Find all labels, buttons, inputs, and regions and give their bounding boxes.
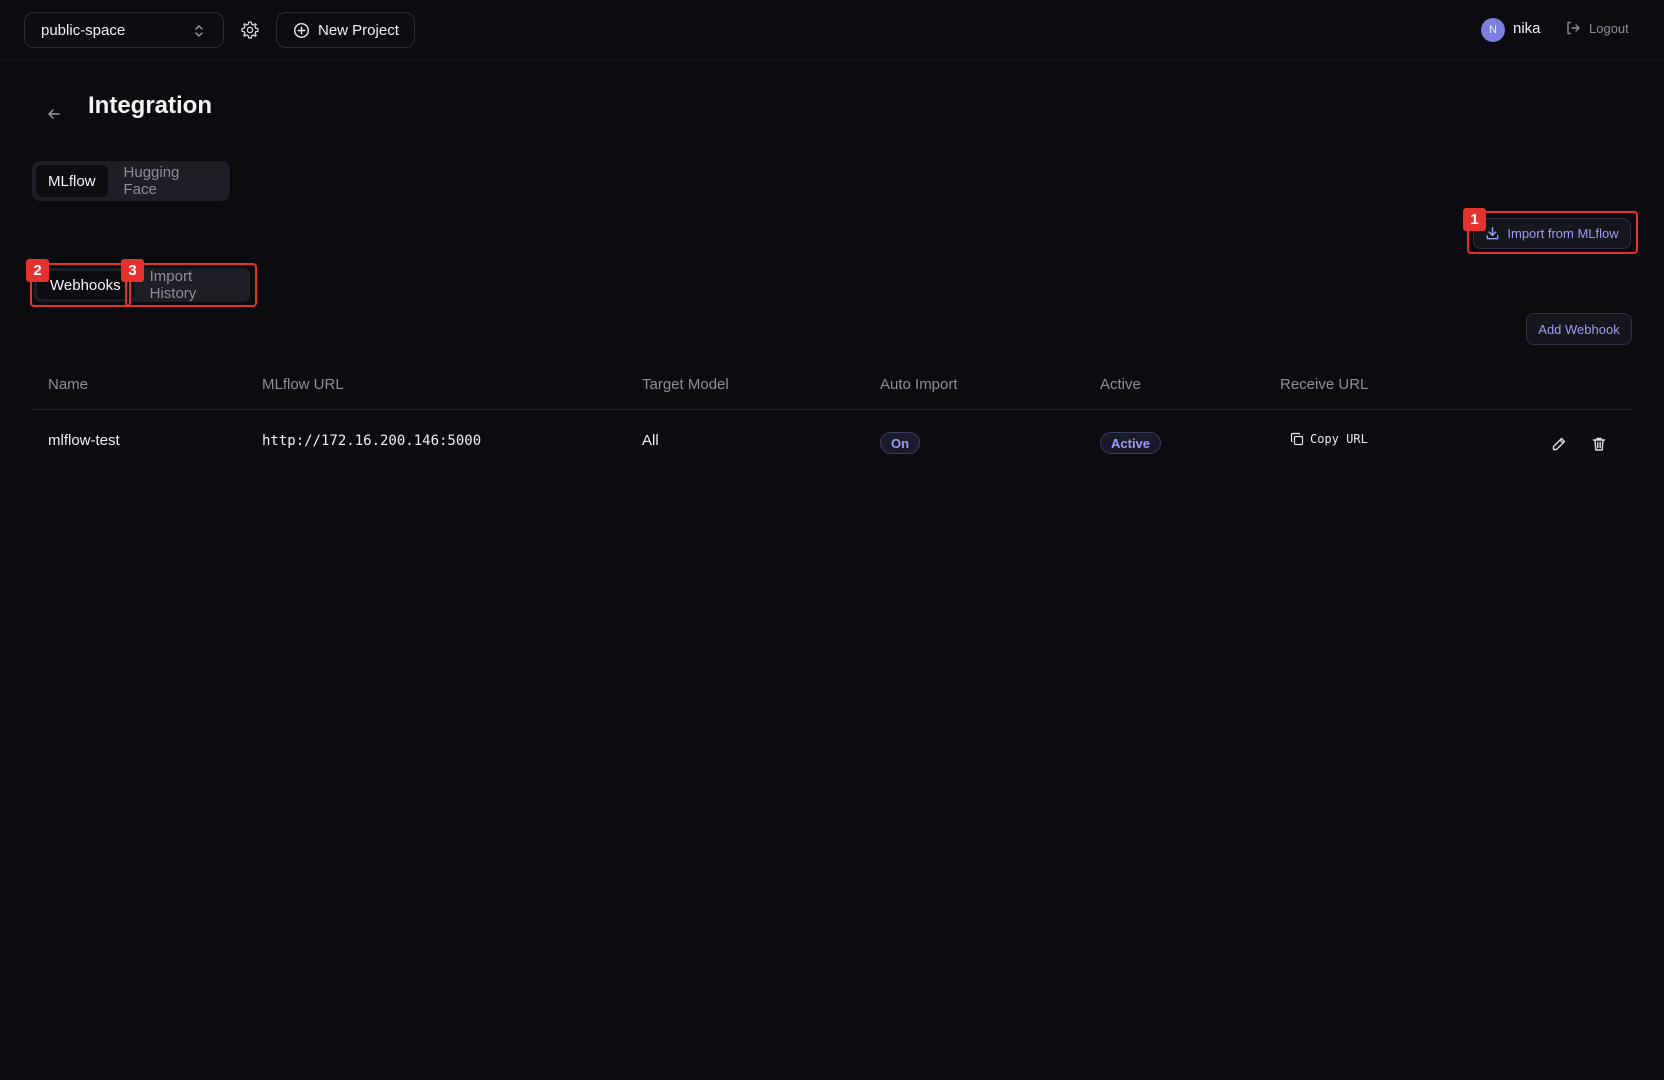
top-bar: public-space New Project N nika Logout [0,0,1664,61]
avatar-initial: N [1489,24,1497,36]
column-header: Name [48,376,89,393]
space-selector[interactable]: public-space [24,12,224,48]
logout-label: Logout [1589,20,1629,36]
tab-hugging-face[interactable]: Hugging Face [112,164,226,198]
new-project-button[interactable]: New Project [276,12,415,48]
copy-url-label: Copy URL [1310,432,1368,446]
annotation-badge-1: 1 [1463,208,1486,231]
provider-tabs: MLflow Hugging Face [32,161,230,201]
logout-button[interactable]: Logout [1565,20,1629,36]
webhooks-table: Name MLflow URL Target Model Auto Import… [32,366,1632,474]
tab-mlflow[interactable]: MLflow [36,165,108,197]
avatar[interactable]: N [1481,18,1505,42]
back-arrow-icon[interactable] [46,106,62,122]
column-header: Receive URL [1280,376,1369,393]
annotation-badge-3: 3 [121,259,144,282]
trash-icon[interactable] [1591,436,1607,452]
webhook-name: mlflow-test [48,432,120,449]
table-row: mlflow-test http://172.16.200.146:5000 A… [32,410,1632,474]
tab-webhooks[interactable]: Webhooks [37,271,134,299]
table-header: Name MLflow URL Target Model Auto Import… [32,366,1632,410]
chevron-up-down-icon [195,25,203,37]
column-header: Target Model [642,376,729,393]
import-from-mlflow-button[interactable]: Import from MLflow [1473,218,1631,249]
auto-import-badge: On [880,432,921,454]
webhook-mlflow-url: http://172.16.200.146:5000 [262,433,482,449]
tab-import-history[interactable]: Import History [138,268,247,302]
column-header: MLflow URL [262,376,344,393]
pencil-icon[interactable] [1551,436,1567,452]
annotation-badge-2: 2 [26,259,49,282]
plus-circle-icon [293,22,310,38]
download-icon [1487,227,1499,240]
add-webhook-button[interactable]: Add Webhook [1526,313,1632,345]
page-title: Integration [88,92,212,119]
webhook-target-model: All [642,432,659,449]
gear-icon[interactable] [240,20,260,40]
status-badge: Active [1100,432,1162,454]
column-header: Auto Import [880,376,958,393]
space-selector-value: public-space [41,21,126,39]
add-webhook-label: Add Webhook [1538,321,1620,337]
copy-icon [1290,432,1304,446]
import-button-label: Import from MLflow [1507,226,1619,241]
logout-icon [1567,21,1580,35]
username: nika [1513,20,1541,37]
column-header: Active [1100,376,1141,393]
new-project-label: New Project [318,21,399,39]
copy-url-button[interactable]: Copy URL [1290,432,1368,446]
